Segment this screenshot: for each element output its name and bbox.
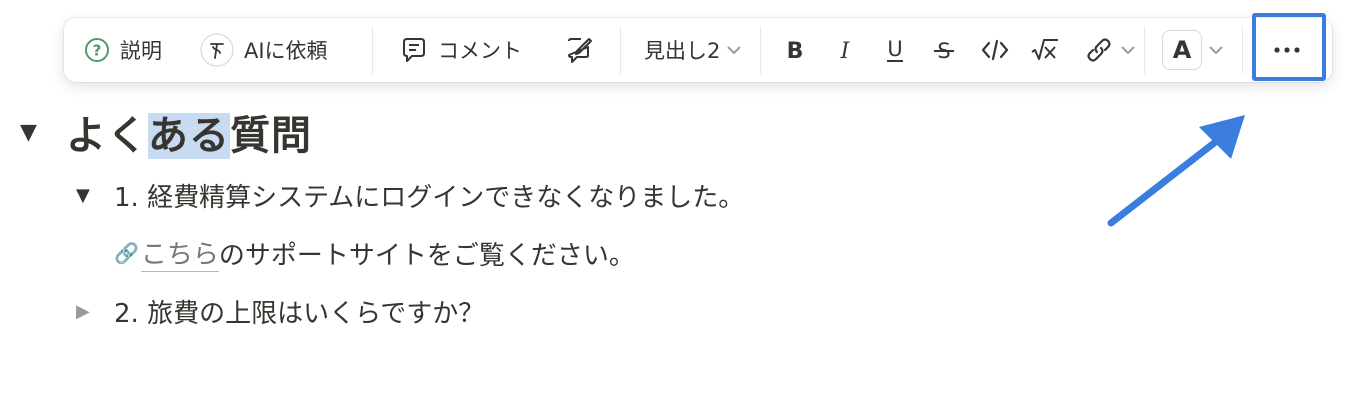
svg-text:U: U [887,37,902,61]
heading-text-pre: よく [66,113,148,159]
toggle-expanded-icon[interactable]: ▼ [76,185,106,206]
svg-text:?: ? [93,42,102,60]
explain-label: 説明 [120,39,162,63]
edit-suggest-icon [564,35,594,65]
inline-code-button[interactable] [980,28,1010,72]
toolbar-divider [372,26,373,74]
toolbar-divider [1144,26,1145,74]
support-link[interactable]: こちら [140,234,219,272]
link-icon [1084,35,1114,65]
toggle-item-label[interactable]: 1. 経費精算システムにログインできなくなりました。 [114,177,744,214]
suggest-edit-button[interactable] [564,28,594,72]
toggle-item: ▶ 2. 旅費の上限はいくらですか？ [76,292,484,330]
toggle-expanded-icon[interactable]: ▼ [20,120,50,145]
svg-text:I: I [840,39,851,63]
answer-text: のサポートサイトをご覧ください。 [218,240,635,271]
chevron-down-icon [726,44,742,56]
svg-text:B: B [787,39,804,63]
toggle-item: ▼ 1. 経費精算システムにログインできなくなりました。 [76,176,744,214]
ask-ai-button[interactable]: AIに依頼 [200,28,328,72]
toolbar-divider [620,26,621,74]
bold-button[interactable]: B [784,28,806,72]
chevron-down-icon [1208,44,1224,56]
strikethrough-icon: S [932,37,956,63]
italic-icon: I [834,37,856,63]
toolbar-divider [760,26,761,74]
text-color-dropdown[interactable]: A [1162,28,1224,72]
link-emoji-icon: 🔗 [114,241,139,265]
explain-button[interactable]: ? 説明 [84,28,162,72]
code-icon [980,38,1010,62]
heading-selected-text: ある [148,113,230,159]
block-type-label: 見出し2 [644,39,721,63]
question-circle-icon: ? [84,37,110,63]
bold-icon: B [784,37,806,63]
toggle-collapsed-icon[interactable]: ▶ [76,301,106,322]
formatting-toolbar: ? 説明 AIに依頼 コメント 見出し2 B I U S A [64,18,1332,82]
chevron-down-icon [1120,44,1136,56]
link-button[interactable] [1084,28,1136,72]
answer-paragraph: 🔗 こちら のサポートサイトをご覧ください。 [114,234,635,272]
equation-icon [1030,37,1060,63]
comment-bubble-icon [400,36,428,64]
ask-ai-label: AIに依頼 [244,39,328,63]
underline-button[interactable]: U [884,28,906,72]
page-heading[interactable]: よくある質問 [66,103,312,161]
toolbar-divider [1242,26,1243,74]
faq-heading: ▼ よくある質問 [20,104,312,160]
ai-sparkle-icon [200,33,234,67]
comment-button[interactable]: コメント [400,28,522,72]
strikethrough-button[interactable]: S [932,28,956,72]
block-type-dropdown[interactable]: 見出し2 [644,28,742,72]
pointer-arrow-icon [1107,115,1245,227]
highlight-frame [1252,13,1326,81]
toggle-item-label[interactable]: 2. 旅費の上限はいくらですか？ [114,293,484,330]
text-color-swatch: A [1162,30,1202,70]
comment-label: コメント [438,39,522,63]
underline-icon: U [884,36,906,64]
heading-text-post: 質問 [230,113,312,159]
equation-button[interactable] [1030,28,1060,72]
italic-button[interactable]: I [834,28,856,72]
